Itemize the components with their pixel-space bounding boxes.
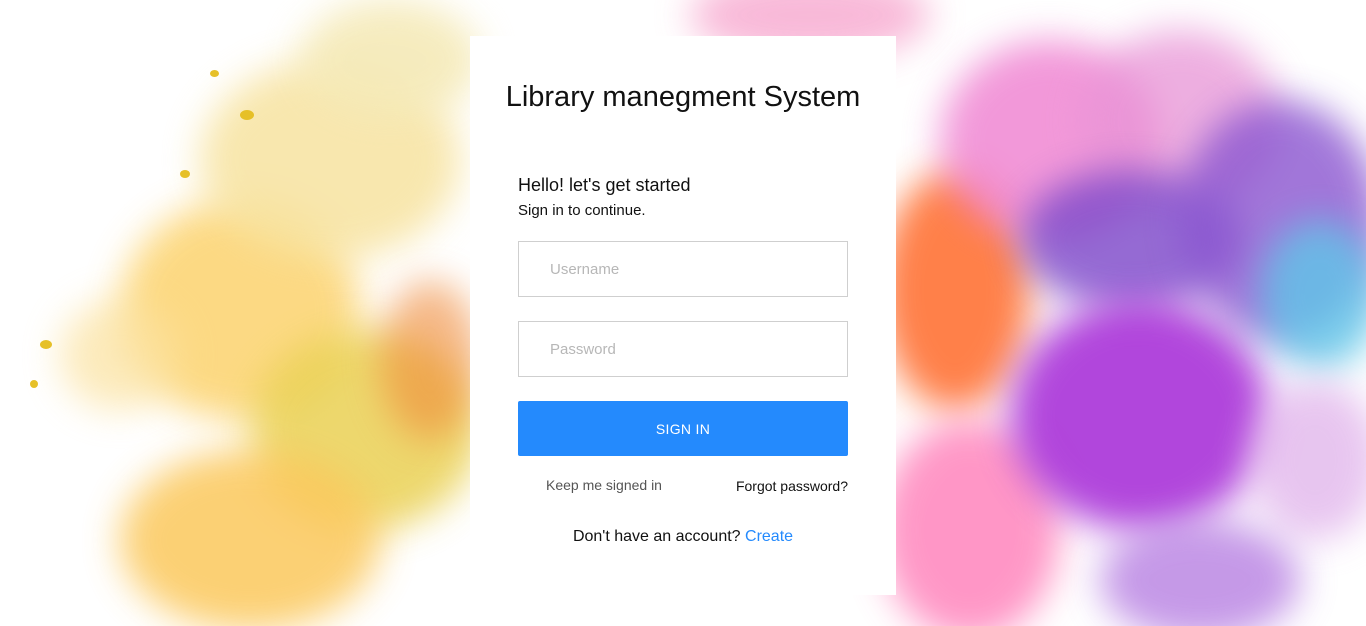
paint-splash xyxy=(60,300,180,410)
signin-subtext: Sign in to continue. xyxy=(518,202,646,219)
paint-splash xyxy=(300,0,480,120)
keep-signed-in-option[interactable]: Keep me signed in xyxy=(546,477,662,493)
create-account-link[interactable]: Create xyxy=(745,528,793,545)
paint-splash xyxy=(1250,380,1366,540)
paint-speck xyxy=(180,170,190,178)
paint-splash xyxy=(1100,520,1300,626)
paint-splash xyxy=(1260,220,1366,370)
username-input[interactable] xyxy=(518,241,848,297)
paint-splash xyxy=(120,450,380,626)
paint-speck xyxy=(210,70,219,77)
create-account-row: Don't have an account? Create xyxy=(470,528,896,546)
paint-splash xyxy=(380,280,480,440)
greeting-text: Hello! let's get started xyxy=(518,175,691,195)
page-title: Library manegment System xyxy=(505,81,861,113)
paint-splash xyxy=(1010,300,1270,530)
login-card: Library manegment System Hello! let's ge… xyxy=(470,36,896,595)
sign-in-button[interactable]: SIGN IN xyxy=(518,401,848,456)
paint-speck xyxy=(240,110,254,120)
no-account-text: Don't have an account? xyxy=(572,528,741,545)
paint-speck xyxy=(40,340,52,349)
forgot-password-link[interactable]: Forgot password? xyxy=(736,478,848,494)
paint-speck xyxy=(30,380,38,388)
password-input[interactable] xyxy=(518,321,848,377)
